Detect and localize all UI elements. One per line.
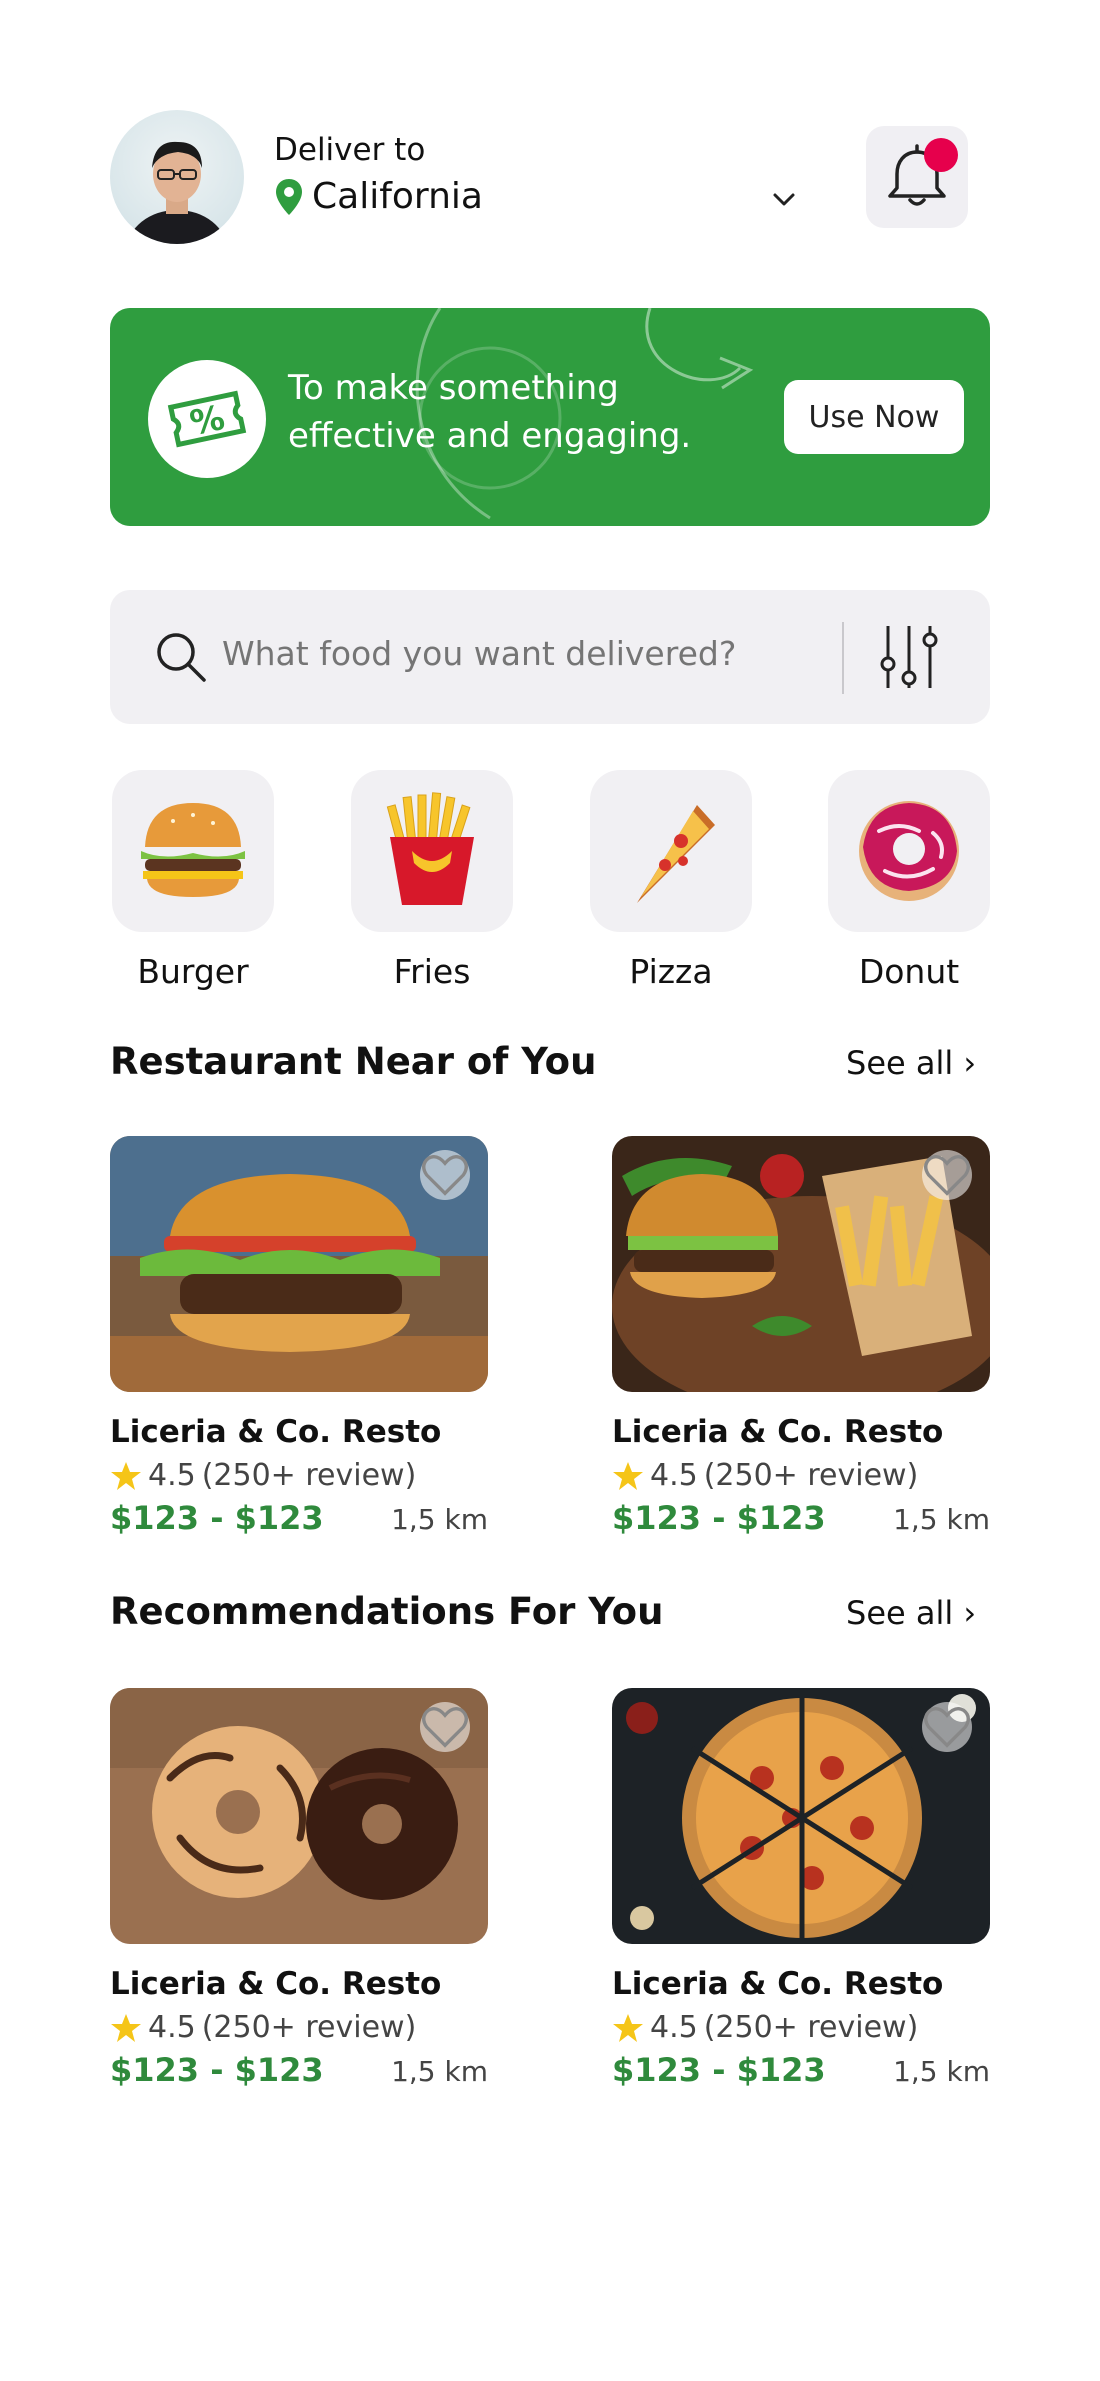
review-count: (250+ review) <box>703 2010 919 2045</box>
discount-coupon-icon: % <box>167 390 247 448</box>
distance: 1,5 km <box>391 1503 488 1536</box>
notifications-button[interactable] <box>866 126 968 228</box>
search-input[interactable] <box>222 634 782 673</box>
price-range: $123 - $123 <box>612 2051 826 2089</box>
user-portrait-icon <box>127 141 227 244</box>
favorite-button[interactable] <box>420 1150 470 1200</box>
restaurant-card[interactable]: Liceria & Co. Resto 4.5 (250+ review) $1… <box>612 1688 990 2091</box>
favorite-button[interactable] <box>420 1702 470 1752</box>
restaurant-name: Liceria & Co. Resto <box>612 1414 944 1450</box>
restaurant-name: Liceria & Co. Resto <box>110 1966 442 2002</box>
card-footer: $123 - $123 1,5 km <box>110 2051 488 2091</box>
bell-icon <box>888 144 946 206</box>
category-pizza[interactable]: Pizza <box>590 770 752 991</box>
restaurant-card[interactable]: Liceria & Co. Resto 4.5 (250+ review) $1… <box>110 1688 488 2091</box>
restaurant-name: Liceria & Co. Resto <box>110 1414 442 1450</box>
see-all-near-link[interactable]: See all › <box>846 1044 976 1082</box>
location-selector[interactable]: California <box>274 176 483 217</box>
category-donut[interactable]: Donut <box>828 770 990 991</box>
card-footer: $123 - $123 1,5 km <box>612 1499 990 1539</box>
banner-text: To make something effective and engaging… <box>288 368 692 456</box>
star-icon <box>111 2013 141 2042</box>
location-pin-icon <box>276 178 302 215</box>
category-fries[interactable]: Fries <box>351 770 513 991</box>
star-icon <box>613 2013 643 2042</box>
filter-icon[interactable] <box>876 620 942 694</box>
review-count: (250+ review) <box>703 1458 919 1493</box>
burger-icon <box>141 803 245 897</box>
price-range: $123 - $123 <box>612 1499 826 1537</box>
heart-icon <box>422 1707 468 1748</box>
review-count: (250+ review) <box>201 2010 417 2045</box>
chevron-down-icon[interactable] <box>770 186 798 214</box>
favorite-button[interactable] <box>922 1150 972 1200</box>
category-tile <box>828 770 990 932</box>
price-range: $123 - $123 <box>110 1499 324 1537</box>
card-footer: $123 - $123 1,5 km <box>612 2051 990 2091</box>
rating-row: 4.5 (250+ review) <box>612 2010 990 2045</box>
review-count: (250+ review) <box>201 1458 417 1493</box>
category-tile <box>112 770 274 932</box>
restaurant-card[interactable]: Liceria & Co. Resto 4.5 (250+ review) $1… <box>110 1136 488 1539</box>
donut-icon <box>859 801 959 901</box>
star-icon <box>111 1461 141 1490</box>
restaurant-image <box>612 1688 990 1944</box>
rating-value: 4.5 <box>650 1458 698 1493</box>
favorite-button[interactable] <box>922 1702 972 1752</box>
restaurant-image <box>612 1136 990 1392</box>
category-tile <box>351 770 513 932</box>
search-divider <box>842 622 844 694</box>
category-label: Fries <box>393 952 471 991</box>
rating-row: 4.5 (250+ review) <box>110 1458 488 1493</box>
rating-value: 4.5 <box>148 1458 196 1493</box>
deliver-to-label: Deliver to <box>274 132 426 168</box>
category-label: Donut <box>858 952 960 991</box>
heart-icon <box>924 1155 970 1196</box>
rating-row: 4.5 (250+ review) <box>110 2010 488 2045</box>
category-label: Burger <box>137 952 249 991</box>
category-burger[interactable]: Burger <box>112 770 274 991</box>
section-title-near: Restaurant Near of You <box>110 1040 597 1083</box>
category-label: Pizza <box>629 952 713 991</box>
rating-value: 4.5 <box>148 2010 196 2045</box>
header: Deliver to California <box>110 108 970 248</box>
pizza-slice-icon <box>637 805 715 903</box>
distance: 1,5 km <box>893 1503 990 1536</box>
restaurant-card[interactable]: Liceria & Co. Resto 4.5 (250+ review) $1… <box>612 1136 990 1539</box>
use-now-button[interactable]: Use Now <box>784 380 964 454</box>
category-tile <box>590 770 752 932</box>
avatar[interactable] <box>110 110 244 244</box>
restaurant-image <box>110 1136 488 1392</box>
card-footer: $123 - $123 1,5 km <box>110 1499 488 1539</box>
restaurant-name: Liceria & Co. Resto <box>612 1966 944 2002</box>
notification-badge <box>924 138 958 172</box>
svg-text:%: % <box>187 398 229 444</box>
heart-icon <box>924 1707 970 1748</box>
heart-icon <box>422 1155 468 1196</box>
rating-row: 4.5 (250+ review) <box>612 1458 990 1493</box>
search-bar <box>110 590 990 724</box>
price-range: $123 - $123 <box>110 2051 324 2089</box>
location-text: California <box>312 176 483 217</box>
see-all-recommended-link[interactable]: See all › <box>846 1594 976 1632</box>
search-icon <box>157 633 206 682</box>
distance: 1,5 km <box>893 2055 990 2088</box>
distance: 1,5 km <box>391 2055 488 2088</box>
promo-banner[interactable]: % To make something effective and engagi… <box>110 308 990 526</box>
discount-badge: % <box>148 360 266 478</box>
fries-icon <box>386 792 474 905</box>
rating-value: 4.5 <box>650 2010 698 2045</box>
section-title-recommended: Recommendations For You <box>110 1590 664 1633</box>
star-icon <box>613 1461 643 1490</box>
restaurant-image <box>110 1688 488 1944</box>
